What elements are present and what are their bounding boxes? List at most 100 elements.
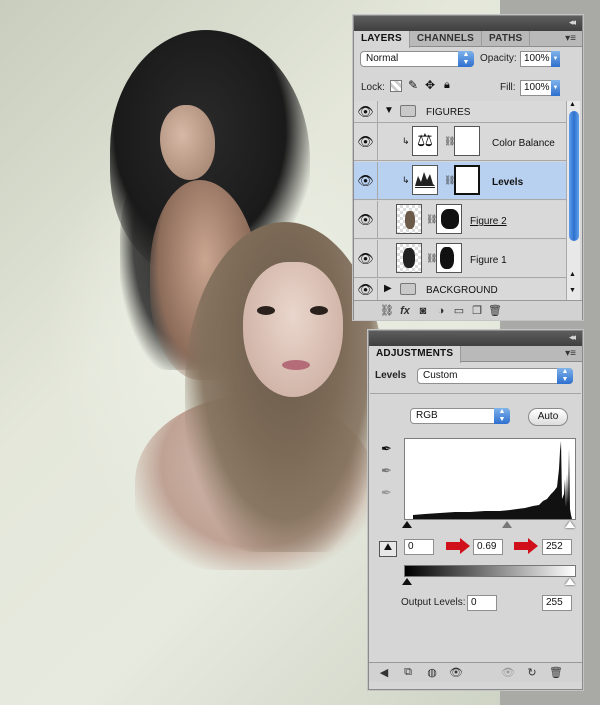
levels-adjustment-icon[interactable] [412, 165, 438, 195]
layer-thumbnail[interactable] [396, 204, 422, 234]
scroll-down-icon[interactable]: ▼ [569, 287, 576, 294]
layer-name-figure-2[interactable]: Figure 2 [470, 216, 507, 227]
input-black-slider-handle[interactable] [402, 521, 412, 528]
input-gamma-field[interactable]: 0.69 [473, 539, 503, 555]
input-white-slider-handle[interactable] [565, 521, 575, 528]
delete-layer-trash-icon[interactable]: 🗑︎ [486, 304, 504, 317]
layers-bottom-toolbar: ⛓︎ fx ◙ ◑ ▭ ❐ 🗑︎ [354, 300, 582, 320]
layer-mask-thumbnail[interactable] [454, 165, 480, 195]
collapse-icon[interactable]: ◂◂ [569, 17, 576, 28]
new-adjustment-layer-icon[interactable]: ◑ [432, 305, 450, 317]
expand-view-icon[interactable]: ⧉ [399, 666, 417, 679]
chevron-updown-icon: ▲ ▼ [557, 368, 573, 384]
blend-mode-value: Normal [366, 53, 399, 64]
red-arrow-annotation-icon [446, 538, 470, 554]
tab-channels[interactable]: CHANNELS [410, 31, 483, 47]
input-black-field[interactable]: 0 [404, 539, 434, 555]
visibility-eye-icon[interactable]: 👁︎ [354, 123, 378, 160]
layer-name-color-balance[interactable]: Color Balance [492, 138, 555, 149]
lock-transparency-icon[interactable] [390, 80, 402, 92]
new-layer-icon[interactable]: ❐ [468, 304, 486, 317]
disclosure-triangle-open-icon[interactable]: ▼ [384, 105, 394, 116]
visibility-eye-icon[interactable]: 👁︎ [354, 162, 378, 199]
scroll-up-icon[interactable]: ▲ [569, 271, 576, 278]
scroll-up-icon[interactable]: ▲ [569, 101, 576, 108]
color-balance-adjustment-icon[interactable]: ⚖︎ [412, 126, 438, 156]
output-white-field[interactable]: 255 [542, 595, 572, 611]
adjustments-panel-titlebar[interactable]: ◂◂ [369, 331, 582, 346]
adjustments-tabbar: ADJUSTMENTS ▾≡ [369, 346, 582, 363]
toggle-visibility-eye-icon[interactable]: 👁︎ [447, 666, 465, 679]
layer-thumbnail[interactable] [396, 243, 422, 273]
layer-name-levels[interactable]: Levels [492, 177, 523, 188]
lock-move-icon[interactable]: ✥ [425, 78, 435, 92]
disclosure-triangle-closed-icon[interactable]: ▶ [384, 283, 392, 294]
layer-mask-thumbnail[interactable] [436, 204, 462, 234]
chevron-updown-icon: ▲ ▼ [458, 51, 474, 67]
folder-icon [400, 283, 416, 295]
visibility-eye-icon[interactable]: 👁︎ [354, 101, 378, 122]
output-levels-label: Output Levels: [401, 597, 466, 608]
lock-brush-icon[interactable]: ✎ [408, 78, 418, 92]
preset-select[interactable]: Custom ▲ ▼ [417, 368, 573, 384]
gray-point-eyedropper-icon[interactable]: ✒︎ [381, 463, 392, 479]
layer-row-figure-1[interactable]: 👁︎ ⛓︎ Figure 1 [354, 240, 566, 278]
panel-menu-icon[interactable]: ▾≡ [565, 33, 576, 44]
tab-adjustments[interactable]: ADJUSTMENTS [369, 346, 462, 363]
collapse-icon[interactable]: ◂◂ [569, 332, 576, 343]
input-levels-slider[interactable] [402, 521, 576, 529]
layer-mask-thumbnail[interactable] [454, 126, 480, 156]
fill-value: 100% [524, 82, 550, 93]
tab-layers[interactable]: LAYERS [354, 31, 410, 48]
histogram-graph [413, 441, 572, 519]
layer-row-figures[interactable]: 👁︎ ▼ FIGURES [354, 101, 566, 123]
clip-to-layer-icon[interactable]: ◍ [423, 666, 441, 679]
reset-icon[interactable]: ↻ [523, 666, 541, 679]
output-black-field[interactable]: 0 [467, 595, 497, 611]
panel-menu-icon[interactable]: ▾≡ [565, 348, 576, 359]
blend-mode-select[interactable]: Normal ▲ ▼ [360, 51, 474, 67]
layer-row-levels[interactable]: 👁︎ ↳ ⛓︎ Levels [354, 162, 566, 200]
layer-row-color-balance[interactable]: 👁︎ ↳ ⚖︎ ⛓︎ Color Balance [354, 123, 566, 161]
clipping-warning-icon[interactable]: ⛰︎ [379, 541, 397, 557]
layer-mask-thumbnail[interactable] [436, 243, 462, 273]
channel-select[interactable]: RGB ▲ ▼ [410, 408, 510, 424]
auto-button[interactable]: Auto [528, 408, 568, 426]
layer-row-figure-2[interactable]: 👁︎ ⛓︎ Figure 2 [354, 201, 566, 239]
layer-name-figures[interactable]: FIGURES [426, 107, 470, 118]
chevron-down-icon[interactable]: ▼ [551, 51, 560, 67]
visibility-eye-icon[interactable]: 👁︎ [354, 279, 378, 300]
output-black-slider-handle[interactable] [402, 578, 412, 585]
figure2-right-eye [310, 306, 328, 315]
layer-name-figure-1[interactable]: Figure 1 [470, 255, 507, 266]
layer-name-background[interactable]: BACKGROUND [426, 285, 498, 296]
output-white-slider-handle[interactable] [565, 578, 575, 585]
add-mask-icon[interactable]: ◙ [414, 305, 432, 317]
back-arrow-icon[interactable]: ◀ [375, 666, 393, 679]
visibility-eye-icon[interactable]: 👁︎ [354, 201, 378, 238]
new-group-icon[interactable]: ▭ [450, 304, 468, 317]
layers-panel-titlebar[interactable]: ◂◂ [354, 16, 582, 31]
output-levels-slider[interactable] [402, 578, 576, 586]
delete-adjustment-trash-icon[interactable]: 🗑︎ [547, 666, 565, 679]
fill-field[interactable]: 100% ▼ [520, 80, 560, 96]
input-gamma-slider-handle[interactable] [502, 521, 512, 528]
link-layers-icon[interactable]: ⛓︎ [378, 304, 396, 317]
fill-label: Fill: [500, 82, 516, 93]
input-white-field[interactable]: 252 [542, 539, 572, 555]
view-previous-state-icon[interactable]: 👁︎ [499, 666, 517, 679]
black-point-eyedropper-icon[interactable]: ✒︎ [381, 441, 392, 457]
layer-style-fx-icon[interactable]: fx [396, 305, 414, 317]
visibility-eye-icon[interactable]: 👁︎ [354, 240, 378, 277]
white-point-eyedropper-icon[interactable]: ✒︎ [381, 485, 392, 501]
chevron-updown-icon: ▲ ▼ [494, 408, 510, 424]
lock-label: Lock: [361, 82, 385, 93]
layer-row-background[interactable]: 👁︎ ▶ BACKGROUND [354, 279, 566, 301]
opacity-field[interactable]: 100% ▼ [520, 51, 560, 67]
layers-scrollbar[interactable]: ▲ ▲ ▼ [566, 101, 580, 301]
divider [370, 393, 581, 394]
lock-all-icon[interactable]: 🔒︎ [444, 79, 450, 92]
chevron-down-icon[interactable]: ▼ [551, 80, 560, 96]
tab-paths[interactable]: PATHS [482, 31, 531, 47]
scrollbar-thumb[interactable] [569, 111, 579, 241]
